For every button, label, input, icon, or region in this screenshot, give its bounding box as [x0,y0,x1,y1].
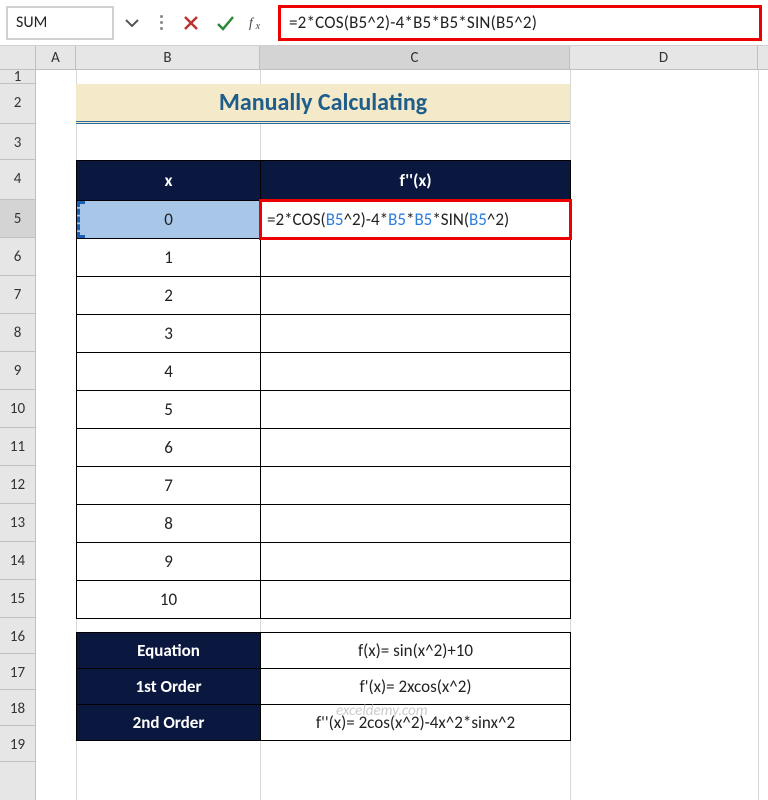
fx-button[interactable]: f x [244,6,274,40]
row-header[interactable]: 2 [0,84,35,124]
equation-table: Equation f(x)= sin(x^2)+10 1st Order f'(… [76,632,571,741]
formula-bar[interactable]: =2*COS(B5^2)-4*B5*B5*SIN(B5^2) [278,5,762,41]
row-header[interactable]: 8 [0,314,35,352]
cell-formula: =2*COS(B5^2)-4*B5*B5*SIN(B5^2) [267,209,509,230]
cell[interactable] [261,429,571,467]
row-header[interactable]: 3 [0,124,35,160]
row-header[interactable]: 13 [0,504,35,542]
data-table: x f''(x) 0 =2*COS(B5^2)-4*B5*B5*SIN(B5^2… [76,160,571,619]
cell-B5[interactable]: 0 [77,201,261,239]
row-header[interactable]: 11 [0,428,35,466]
name-box-value: SUM [16,13,47,32]
cell[interactable]: 2 [77,277,261,315]
row-header[interactable]: 16 [0,618,35,654]
row-header[interactable]: 4 [0,160,35,200]
page-title: Manually Calculating [76,84,570,124]
cell[interactable] [261,391,571,429]
cell[interactable]: 4 [77,353,261,391]
svg-text:f: f [249,15,255,30]
cell[interactable] [261,353,571,391]
formula-bar-text: =2*COS(B5^2)-4*B5*B5*SIN(B5^2) [289,12,537,33]
row-header[interactable]: 7 [0,276,35,314]
row-header[interactable]: 12 [0,466,35,504]
header-fx: f''(x) [261,161,571,201]
cell[interactable]: 1 [77,239,261,277]
name-box-dropdown[interactable] [118,6,146,40]
label-1st-order: 1st Order [77,669,261,705]
cell[interactable] [261,543,571,581]
cell[interactable] [261,467,571,505]
header-x: x [77,161,261,201]
row-header[interactable]: 14 [0,542,35,580]
svg-text:x: x [255,20,261,31]
row-header[interactable]: 6 [0,238,35,276]
label-equation: Equation [77,633,261,669]
cancel-button[interactable] [176,6,206,40]
cell-area[interactable]: Manually Calculating x f''(x) 0 =2*COS(B… [36,70,768,800]
cell[interactable]: 10 [77,581,261,619]
row-header[interactable]: 15 [0,580,35,618]
cell[interactable] [261,239,571,277]
name-box[interactable]: SUM [6,6,114,40]
x-icon [181,13,201,33]
row-headers: 1 2 3 4 5 6 7 8 9 10 11 12 13 14 15 16 1… [0,70,36,800]
cell[interactable]: 9 [77,543,261,581]
cell[interactable] [261,315,571,353]
formula-toolbar: SUM f x =2*COS(B5^2)-4*B5*B5*SIN(B5^2) [0,0,768,46]
row-header[interactable]: 1 [0,70,35,84]
col-header-B[interactable]: B [76,46,260,69]
col-header-A[interactable]: A [36,46,76,69]
fx-icon: f x [249,13,269,33]
row-header[interactable]: 9 [0,352,35,390]
cell[interactable]: 6 [77,429,261,467]
cell[interactable] [261,581,571,619]
row-header[interactable]: 5 [0,200,35,238]
value-2nd-order: f''(x)= 2cos(x^2)-4x^2*sinx^2 [261,705,571,741]
cell[interactable]: 7 [77,467,261,505]
value-1st-order: f'(x)= 2xcos(x^2) [261,669,571,705]
row-header[interactable]: 10 [0,390,35,428]
select-all-corner[interactable] [0,46,36,69]
check-icon [215,13,235,33]
cell[interactable]: 8 [77,505,261,543]
cell[interactable] [261,277,571,315]
cell-value: 0 [164,209,173,230]
separator [150,6,172,40]
cell[interactable] [261,505,571,543]
row-header[interactable]: 19 [0,726,35,762]
cell[interactable]: 5 [77,391,261,429]
chevron-down-icon [124,15,140,31]
row-header[interactable]: 17 [0,654,35,690]
col-header-C[interactable]: C [260,46,570,69]
cell-C5[interactable]: =2*COS(B5^2)-4*B5*B5*SIN(B5^2) [261,201,571,239]
row-header[interactable]: 18 [0,690,35,726]
confirm-button[interactable] [210,6,240,40]
column-headers: A B C D [0,46,768,70]
value-equation: f(x)= sin(x^2)+10 [261,633,571,669]
cell[interactable]: 3 [77,315,261,353]
label-2nd-order: 2nd Order [77,705,261,741]
col-header-D[interactable]: D [570,46,758,69]
